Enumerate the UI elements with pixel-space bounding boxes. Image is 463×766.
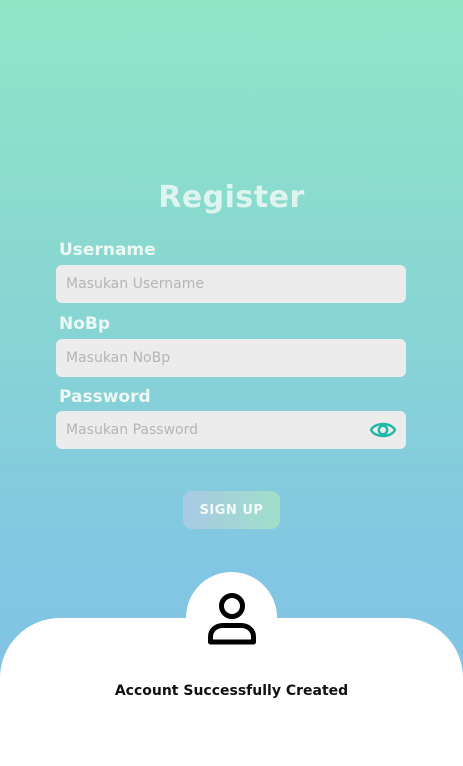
- password-label: Password: [59, 387, 151, 407]
- register-screen: Register Username NoBp Password SIGN UP …: [0, 0, 463, 766]
- sign-up-button[interactable]: SIGN UP: [183, 491, 280, 529]
- password-input[interactable]: [66, 411, 356, 449]
- eye-icon[interactable]: [369, 418, 397, 442]
- nobp-label: NoBp: [59, 314, 111, 334]
- success-message: Account Successfully Created: [114, 683, 349, 699]
- nobp-field-container: [56, 339, 406, 377]
- page-title: Register: [158, 180, 305, 215]
- username-field-container: [56, 265, 406, 303]
- nobp-input[interactable]: [66, 339, 406, 377]
- username-label: Username: [59, 240, 156, 260]
- password-field-container: [56, 411, 406, 449]
- user-icon: [208, 593, 256, 645]
- username-input[interactable]: [66, 265, 406, 303]
